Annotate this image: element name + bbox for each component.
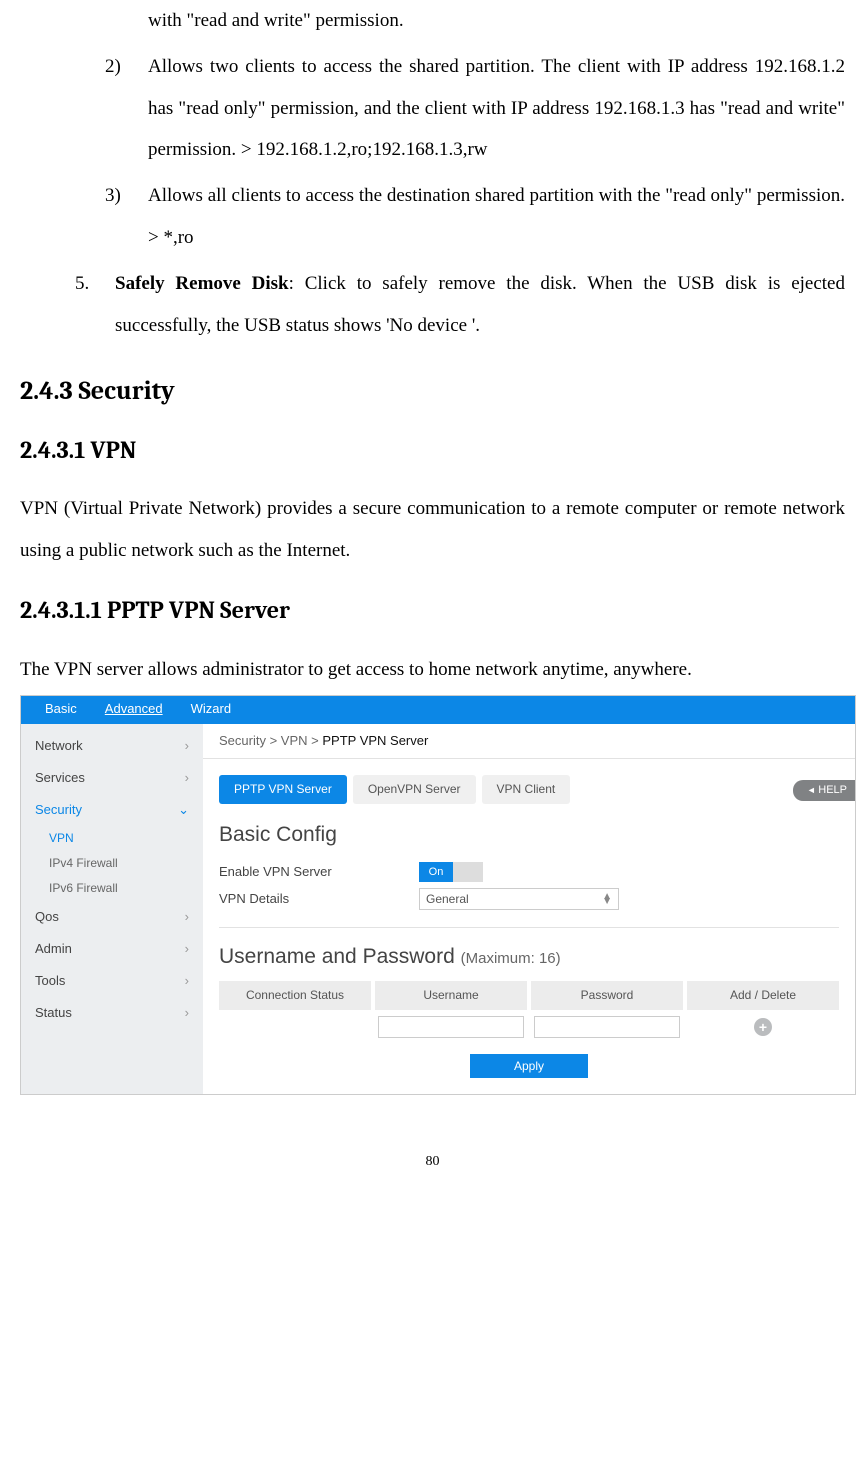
username-input[interactable] <box>378 1016 524 1038</box>
heading-2-4-3-1: 2.4.3.1 VPN <box>20 436 845 465</box>
item-text: Allows all clients to access the destina… <box>148 175 845 259</box>
sidebar-item-network[interactable]: Network › <box>21 730 203 762</box>
sidebar-item-security[interactable]: Security ⌄ <box>21 794 203 826</box>
document-body: with "read and write" permission. 2) All… <box>20 0 845 1169</box>
toggle-on-label: On <box>419 862 453 882</box>
breadcrumb: Security > VPN > PPTP VPN Server <box>203 724 855 758</box>
marker: 3) <box>105 175 148 259</box>
sidebar-label: Security <box>35 801 82 819</box>
tab-advanced[interactable]: Advanced <box>91 700 177 718</box>
select-value: General <box>426 891 469 908</box>
sidebar-item-tools[interactable]: Tools › <box>21 965 203 997</box>
sidebar-sub-vpn[interactable]: VPN <box>21 826 203 851</box>
pptp-paragraph: The VPN server allows administrator to g… <box>20 649 845 691</box>
row-vpn-details: VPN Details General ▲▼ <box>203 885 855 913</box>
col-add-delete: Add / Delete <box>687 981 839 1010</box>
table-header: Connection Status Username Password Add … <box>203 981 855 1010</box>
screenshot-container: Basic Advanced Wizard Network › Services… <box>20 695 845 1095</box>
row-enable-vpn: Enable VPN Server On <box>203 859 855 885</box>
sidebar-label: Network <box>35 737 83 755</box>
marker: 5. <box>75 263 115 347</box>
help-button[interactable]: HELP <box>793 780 855 801</box>
numbered-item-5: 5. Safely Remove Disk: Click to safely r… <box>20 263 845 347</box>
label-enable-vpn: Enable VPN Server <box>219 863 419 881</box>
heading-2-4-3-1-1: 2.4.3.1.1 PPTP VPN Server <box>20 596 845 625</box>
heading-2-4-3: 2.4.3 Security <box>20 376 845 407</box>
sidebar-item-admin[interactable]: Admin › <box>21 933 203 965</box>
subtab-openvpn-server[interactable]: OpenVPN Server <box>353 775 476 804</box>
section-basic-config: Basic Config <box>203 814 855 859</box>
toggle-enable-vpn[interactable]: On <box>419 862 483 882</box>
section-title-sub: (Maximum: 16) <box>461 950 561 967</box>
divider <box>219 927 839 928</box>
vpn-paragraph: VPN (Virtual Private Network) provides a… <box>20 488 845 572</box>
sidebar-item-status[interactable]: Status › <box>21 997 203 1029</box>
sidebar-item-qos[interactable]: Qos › <box>21 901 203 933</box>
subtabs: PPTP VPN Server OpenVPN Server VPN Clien… <box>203 769 855 814</box>
subtab-pptp-server[interactable]: PPTP VPN Server <box>219 775 347 804</box>
crumb-pptp: PPTP VPN Server <box>322 733 428 748</box>
sidebar-label: Status <box>35 1004 72 1022</box>
sidebar-label: Admin <box>35 940 72 958</box>
sidebar-sub-ipv6-firewall[interactable]: IPv6 Firewall <box>21 876 203 901</box>
top-nav: Basic Advanced Wizard <box>21 696 855 724</box>
numbered-item-2: 2) Allows two clients to access the shar… <box>20 46 845 171</box>
fragment-line: with "read and write" permission. <box>20 0 845 42</box>
item-bold: Safely Remove Disk <box>115 273 289 294</box>
chevron-right-icon: › <box>185 940 189 958</box>
chevron-right-icon: › <box>185 908 189 926</box>
divider <box>203 758 855 759</box>
chevron-down-icon: ⌄ <box>178 801 189 819</box>
sidebar-label: Qos <box>35 908 59 926</box>
apply-row: Apply <box>203 1044 855 1092</box>
col-password: Password <box>531 981 683 1010</box>
subtab-vpn-client[interactable]: VPN Client <box>482 775 571 804</box>
sidebar-item-services[interactable]: Services › <box>21 762 203 794</box>
chevron-right-icon: › <box>185 972 189 990</box>
tab-basic[interactable]: Basic <box>31 700 91 718</box>
chevron-right-icon: › <box>185 737 189 755</box>
crumb-vpn: VPN <box>281 733 308 748</box>
select-arrows-icon: ▲▼ <box>602 894 612 904</box>
item-text: Allows two clients to access the shared … <box>148 46 845 171</box>
apply-button[interactable]: Apply <box>470 1054 588 1078</box>
lower-panel: Network › Services › Security ⌄ VPN IPv4… <box>21 724 855 1094</box>
section-user-password: Username and Password (Maximum: 16) <box>203 938 855 981</box>
label-vpn-details: VPN Details <box>219 890 419 908</box>
sidebar-label: Tools <box>35 972 65 990</box>
select-vpn-details[interactable]: General ▲▼ <box>419 888 619 910</box>
sidebar-label: Services <box>35 769 85 787</box>
item-text: Safely Remove Disk: Click to safely remo… <box>115 263 845 347</box>
main-pane: Security > VPN > PPTP VPN Server HELP PP… <box>203 724 855 1094</box>
chevron-right-icon: › <box>185 769 189 787</box>
page-number: 80 <box>20 1155 845 1169</box>
password-input[interactable] <box>534 1016 680 1038</box>
col-username: Username <box>375 981 527 1010</box>
chevron-right-icon: › <box>185 1004 189 1022</box>
router-ui-screenshot: Basic Advanced Wizard Network › Services… <box>20 695 856 1095</box>
section-title-text: Username and Password <box>219 945 455 968</box>
crumb-security: Security <box>219 733 266 748</box>
col-connection-status: Connection Status <box>219 981 371 1010</box>
sidebar: Network › Services › Security ⌄ VPN IPv4… <box>21 724 203 1094</box>
add-row-button[interactable]: + <box>754 1018 772 1036</box>
sidebar-sub-ipv4-firewall[interactable]: IPv4 Firewall <box>21 851 203 876</box>
marker: 2) <box>105 46 148 171</box>
table-row: + <box>203 1010 855 1044</box>
tab-wizard[interactable]: Wizard <box>177 700 245 718</box>
numbered-item-3: 3) Allows all clients to access the dest… <box>20 175 845 259</box>
